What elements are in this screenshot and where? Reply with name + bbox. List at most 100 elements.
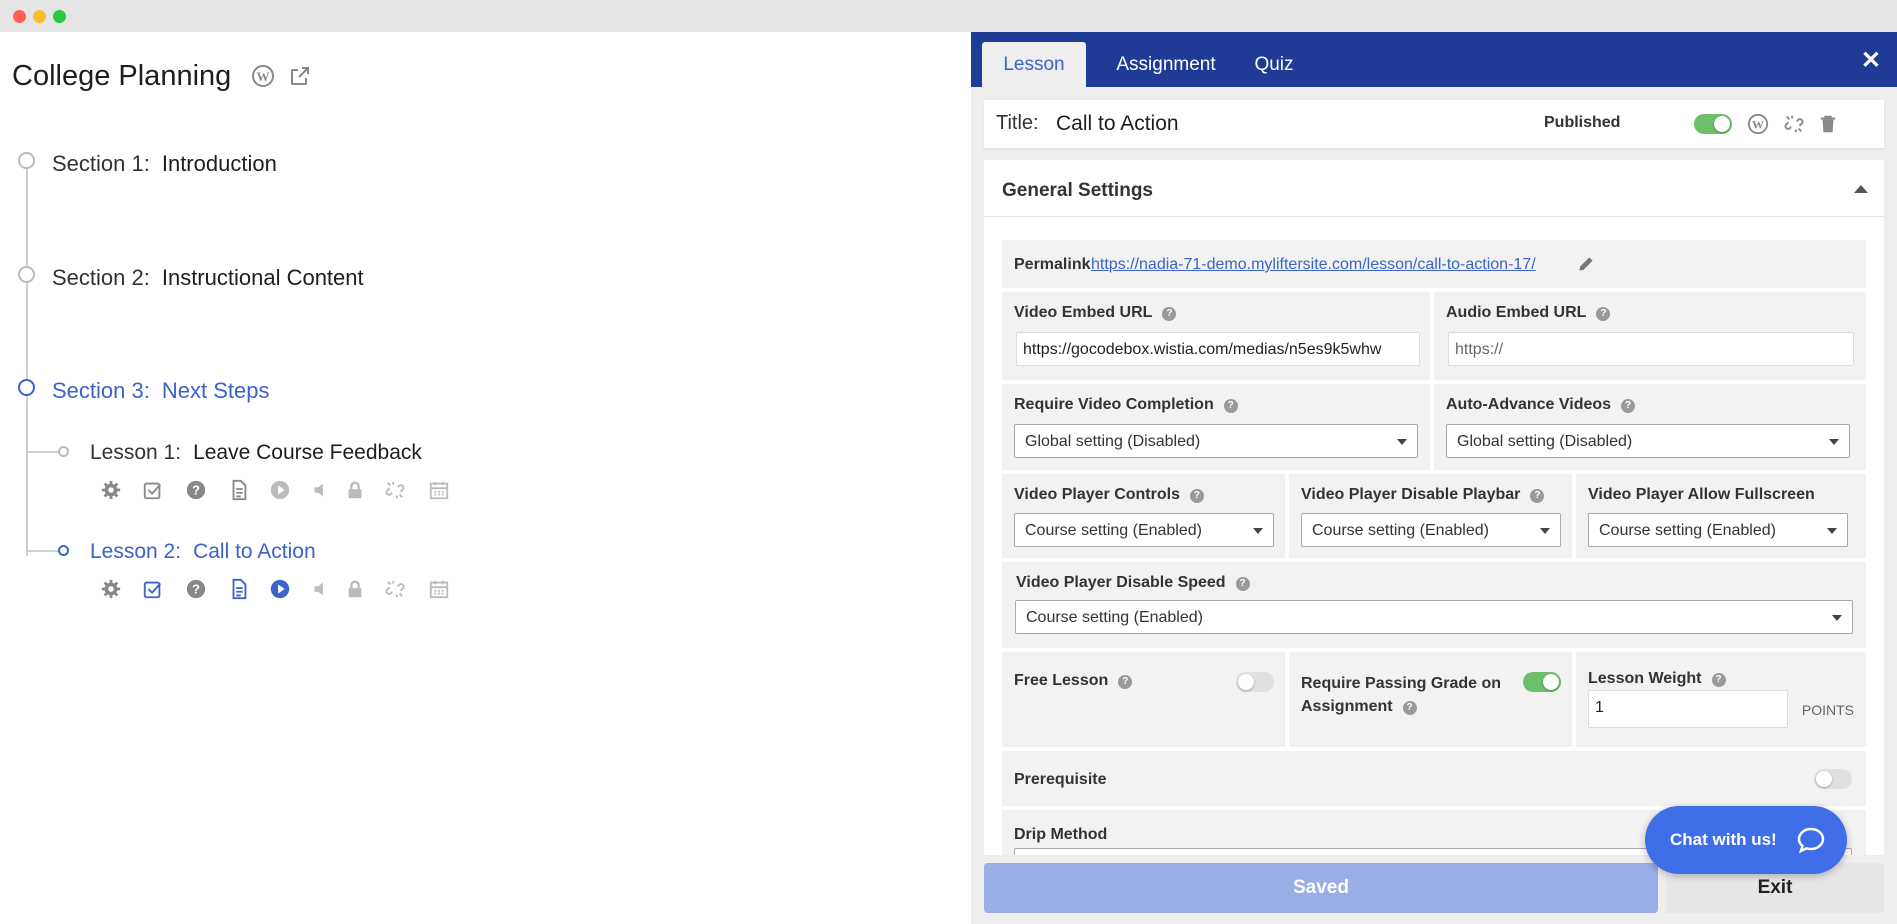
video-embed-label: Video Embed URL? xyxy=(1014,304,1177,322)
lock-icon[interactable] xyxy=(344,578,366,600)
lesson-weight-cell: Lesson Weight? 1 POINTS xyxy=(1576,652,1866,747)
chat-bubble-icon xyxy=(1795,824,1827,856)
settings-gear-icon[interactable] xyxy=(100,578,122,600)
tab-assignment[interactable]: Assignment xyxy=(1101,42,1231,87)
help-icon[interactable]: ? xyxy=(1711,673,1726,687)
audio-embed-label: Audio Embed URL? xyxy=(1446,304,1611,322)
collapse-caret-icon[interactable] xyxy=(1854,185,1868,193)
section-3-name: Next Steps xyxy=(161,378,270,403)
wordpress-icon[interactable]: W xyxy=(251,64,275,88)
auto-advance-cell: Auto-Advance Videos? Global setting (Dis… xyxy=(1434,384,1866,470)
help-icon[interactable]: ? xyxy=(1235,577,1250,591)
passing-grade-label: Require Passing Grade on Assignment? xyxy=(1301,675,1502,715)
lesson-1[interactable]: Lesson 1: Leave Course Feedback xyxy=(90,441,422,465)
content-document-icon[interactable] xyxy=(228,479,250,501)
close-panel-icon[interactable]: ✕ xyxy=(1861,46,1881,75)
dropdown-arrow-icon xyxy=(1832,615,1842,621)
audio-speaker-icon[interactable] xyxy=(310,578,332,600)
tab-lesson[interactable]: Lesson xyxy=(982,42,1086,87)
video-embed-input[interactable]: https://gocodebox.wistia.com/medias/n5es… xyxy=(1016,332,1420,366)
passing-grade-toggle[interactable] xyxy=(1523,672,1561,692)
help-icon[interactable]: ? xyxy=(1223,399,1238,413)
help-icon[interactable]: ? xyxy=(1530,489,1545,503)
help-icon[interactable]: ? xyxy=(1189,489,1204,503)
permalink-link[interactable]: https://nadia-71-demo.myliftersite.com/l… xyxy=(1091,256,1536,274)
section-1-number: Section 1: xyxy=(52,151,150,176)
minimize-window-button[interactable] xyxy=(33,10,46,23)
maximize-window-button[interactable] xyxy=(53,10,66,23)
trash-icon[interactable] xyxy=(1817,113,1839,135)
free-lesson-label: Free Lesson? xyxy=(1014,672,1133,690)
lesson-1-number: Lesson 1: xyxy=(90,441,182,464)
section-2-number: Section 2: xyxy=(52,265,150,290)
video-play-icon[interactable] xyxy=(269,479,291,501)
tab-quiz[interactable]: Quiz xyxy=(1239,42,1309,87)
section-1[interactable]: Section 1: Introduction xyxy=(52,151,277,177)
lesson-2[interactable]: Lesson 2: Call to Action xyxy=(90,540,316,564)
svg-text:W: W xyxy=(1752,118,1764,132)
audio-speaker-icon[interactable] xyxy=(310,479,332,501)
dropdown-arrow-icon xyxy=(1253,528,1263,534)
disable-playbar-select[interactable]: Course setting (Enabled) xyxy=(1301,513,1561,547)
help-icon[interactable]: ? xyxy=(1162,307,1177,321)
title-label: Title: xyxy=(996,112,1039,134)
help-icon[interactable]: ? xyxy=(1118,675,1133,689)
lesson-weight-label: Lesson Weight? xyxy=(1588,670,1726,688)
audio-embed-cell: Audio Embed URL? https:// xyxy=(1434,292,1866,380)
content-document-icon[interactable] xyxy=(228,578,250,600)
lock-icon[interactable] xyxy=(344,479,366,501)
audio-embed-input[interactable]: https:// xyxy=(1448,332,1854,366)
free-lesson-cell: Free Lesson? xyxy=(1002,652,1285,747)
lesson-1-marker xyxy=(58,446,69,457)
lesson-weight-input[interactable]: 1 xyxy=(1588,690,1788,728)
calendar-icon[interactable] xyxy=(428,479,450,501)
lesson-2-name: Call to Action xyxy=(193,540,316,563)
general-settings-header[interactable]: General Settings xyxy=(984,160,1884,217)
edit-pencil-icon[interactable] xyxy=(1576,254,1596,274)
allow-fullscreen-cell: Video Player Allow Fullscreen Course set… xyxy=(1576,474,1866,558)
free-lesson-toggle[interactable] xyxy=(1236,672,1274,692)
section-2-name: Instructional Content xyxy=(161,265,364,290)
quiz-question-icon[interactable]: ? xyxy=(185,479,207,501)
help-icon[interactable]: ? xyxy=(1621,399,1636,413)
lesson-1-name: Leave Course Feedback xyxy=(193,441,422,464)
svg-text:?: ? xyxy=(192,483,200,498)
chat-widget-button[interactable]: Chat with us! xyxy=(1645,806,1847,874)
title-input[interactable]: Call to Action xyxy=(1056,112,1179,136)
prerequisite-toggle[interactable] xyxy=(1814,769,1852,789)
section-3-number: Section 3: xyxy=(52,378,150,403)
detach-link-icon[interactable] xyxy=(384,479,406,501)
lesson-2-marker xyxy=(58,545,69,556)
require-video-select[interactable]: Global setting (Disabled) xyxy=(1014,424,1418,458)
dropdown-arrow-icon xyxy=(1397,439,1407,445)
settings-gear-icon[interactable] xyxy=(100,479,122,501)
player-controls-select[interactable]: Course setting (Enabled) xyxy=(1014,513,1274,547)
course-outline: College Planning W Section 1: Introductio… xyxy=(0,32,971,924)
section-2[interactable]: Section 2: Instructional Content xyxy=(52,265,364,291)
outline-line xyxy=(26,160,28,556)
help-icon[interactable]: ? xyxy=(1596,307,1611,321)
section-1-name: Introduction xyxy=(161,151,277,176)
published-toggle[interactable] xyxy=(1694,114,1732,134)
wordpress-icon[interactable]: W xyxy=(1747,113,1769,135)
saved-button[interactable]: Saved xyxy=(984,863,1658,913)
chat-label: Chat with us! xyxy=(1670,830,1777,849)
permalink-row: Permalink https://nadia-71-demo.mylifter… xyxy=(1002,240,1866,288)
disable-speed-select[interactable]: Course setting (Enabled) xyxy=(1015,600,1853,634)
auto-advance-select[interactable]: Global setting (Disabled) xyxy=(1446,424,1850,458)
video-embed-cell: Video Embed URL? https://gocodebox.wisti… xyxy=(1002,292,1430,380)
calendar-icon[interactable] xyxy=(428,578,450,600)
help-icon[interactable]: ? xyxy=(1402,701,1417,715)
video-play-icon[interactable] xyxy=(269,578,291,600)
assignment-check-icon[interactable] xyxy=(142,578,164,600)
detach-link-icon[interactable] xyxy=(384,578,406,600)
detach-link-icon[interactable] xyxy=(1783,113,1805,135)
assignment-check-icon[interactable] xyxy=(142,479,164,501)
player-controls-cell: Video Player Controls? Course setting (E… xyxy=(1002,474,1285,558)
section-3[interactable]: Section 3: Next Steps xyxy=(52,378,269,404)
quiz-question-icon[interactable]: ? xyxy=(185,578,207,600)
external-link-icon[interactable] xyxy=(288,64,312,88)
close-window-button[interactable] xyxy=(13,10,26,23)
allow-fullscreen-select[interactable]: Course setting (Enabled) xyxy=(1588,513,1848,547)
passing-grade-cell: Require Passing Grade on Assignment? xyxy=(1289,652,1572,747)
